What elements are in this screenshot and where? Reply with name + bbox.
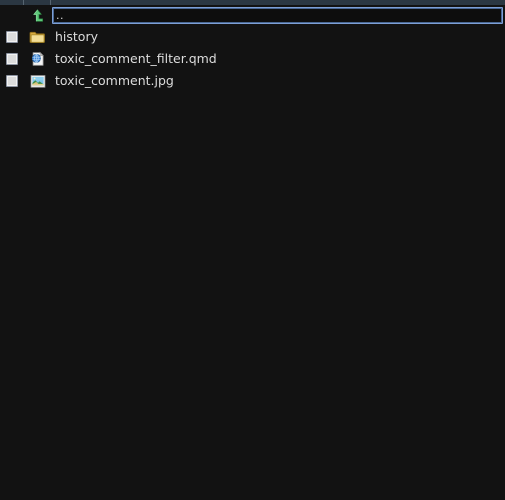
row-select-cell[interactable]: [0, 75, 24, 87]
row-checkbox[interactable]: [6, 53, 18, 65]
path-bar: [0, 5, 505, 26]
row-checkbox[interactable]: [6, 75, 18, 87]
arrow-up-parent-folder-icon: [29, 8, 45, 24]
file-list: history toxic_comment_filter.qmd toxic_c…: [0, 26, 505, 92]
folder-icon: [29, 30, 46, 45]
image-thumbnail-icon: [30, 74, 46, 89]
row-icon-cell: [24, 74, 51, 89]
table-row[interactable]: toxic_comment.jpg: [0, 70, 505, 92]
row-select-cell[interactable]: [0, 31, 24, 43]
table-row[interactable]: history: [0, 26, 505, 48]
file-name[interactable]: toxic_comment.jpg: [51, 73, 505, 89]
row-select-cell[interactable]: [0, 53, 24, 65]
file-name[interactable]: toxic_comment_filter.qmd: [51, 51, 505, 67]
row-icon-cell: [24, 30, 51, 45]
path-input[interactable]: [52, 7, 503, 24]
file-browser-window: history toxic_comment_filter.qmd: [0, 0, 505, 500]
row-icon-cell: [24, 51, 51, 67]
parent-directory-button[interactable]: [26, 6, 48, 26]
file-name[interactable]: history: [51, 29, 505, 45]
document-globe-icon: [30, 51, 46, 67]
row-checkbox[interactable]: [6, 31, 18, 43]
table-row[interactable]: toxic_comment_filter.qmd: [0, 48, 505, 70]
